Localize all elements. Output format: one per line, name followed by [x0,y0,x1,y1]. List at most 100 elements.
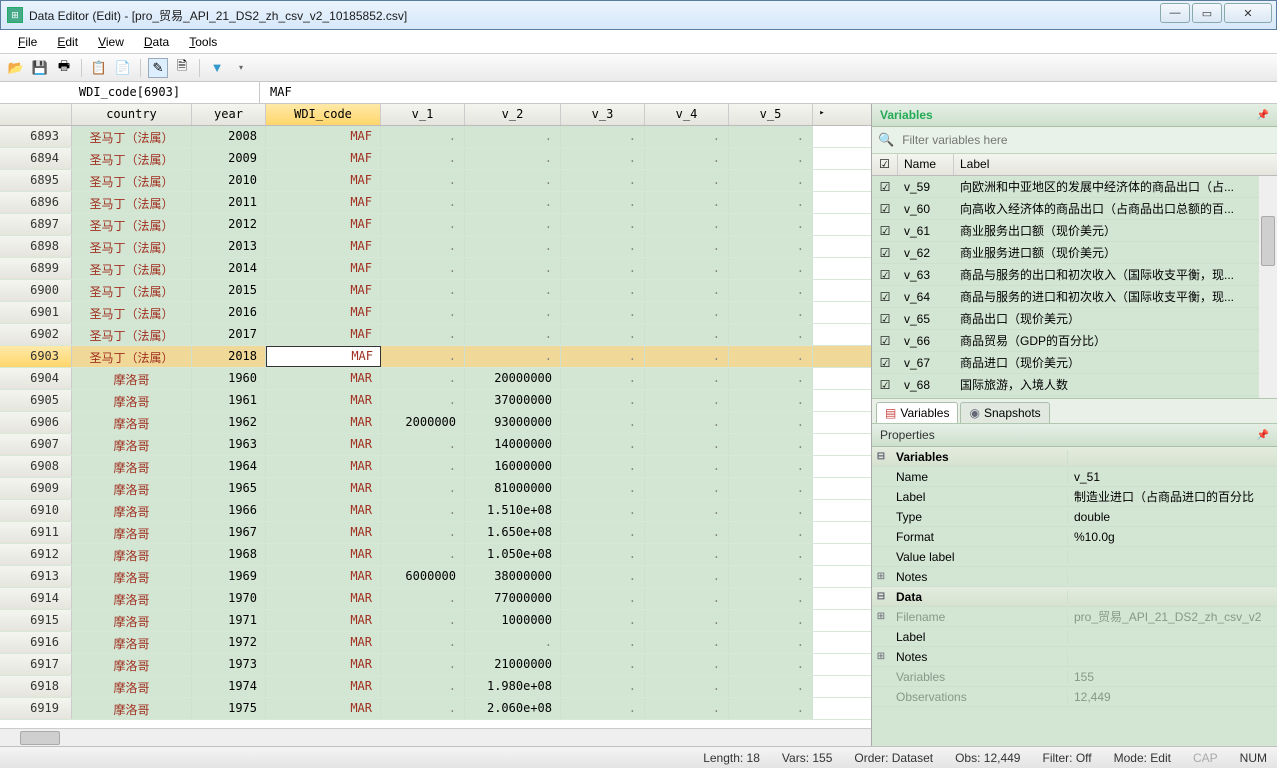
row-number[interactable]: 6914 [0,588,72,609]
variable-checkbox[interactable]: ☑ [872,356,898,370]
cell[interactable]: . [381,456,465,477]
variable-row[interactable]: ☑v_59向欧洲和中亚地区的发展中经济体的商品出口（占... [872,176,1277,198]
menu-tools[interactable]: Tools [181,32,225,52]
cell[interactable]: MAF [266,280,381,301]
cell[interactable]: . [561,456,645,477]
cell[interactable]: MAF [266,302,381,323]
variable-checkbox[interactable]: ☑ [872,334,898,348]
cell[interactable]: MAR [266,434,381,455]
col-v2[interactable]: v_2 [465,104,561,125]
cell[interactable]: . [465,346,561,367]
row-number[interactable]: 6909 [0,478,72,499]
col-v5[interactable]: v_5 [729,104,813,125]
row-number[interactable]: 6917 [0,654,72,675]
cell[interactable]: . [645,258,729,279]
cell[interactable]: . [561,500,645,521]
cell[interactable]: . [561,390,645,411]
expand-icon[interactable]: ⊞ [872,571,890,582]
cell[interactable]: . [561,412,645,433]
cell[interactable]: MAR [266,654,381,675]
cell[interactable]: . [729,148,813,169]
cell[interactable]: 摩洛哥 [72,522,192,543]
cell[interactable]: 2016 [192,302,266,323]
cell[interactable]: . [381,654,465,675]
variable-checkbox[interactable]: ☑ [872,378,898,392]
cell[interactable]: 1965 [192,478,266,499]
prop-type-value[interactable]: double [1068,510,1277,524]
cell[interactable]: . [645,368,729,389]
cell[interactable]: MAR [266,368,381,389]
cell[interactable]: 圣马丁（法属） [72,346,192,367]
prop-notes-key[interactable]: Notes [890,570,1068,584]
table-row[interactable]: 6902圣马丁（法属）2017MAF..... [0,324,871,346]
tab-variables[interactable]: ▤Variables [876,402,958,423]
variable-checkbox[interactable]: ☑ [872,246,898,260]
cell[interactable]: . [645,478,729,499]
cell[interactable]: 1960 [192,368,266,389]
expand-icon[interactable]: ⊞ [872,611,890,622]
pin-icon[interactable]: 📌 [1257,110,1269,121]
variable-checkbox[interactable]: ☑ [872,268,898,282]
cell[interactable]: 摩洛哥 [72,632,192,653]
cell[interactable]: 2010 [192,170,266,191]
cell[interactable]: . [381,214,465,235]
cell[interactable]: 摩洛哥 [72,544,192,565]
table-row[interactable]: 6904摩洛哥1960MAR.20000000... [0,368,871,390]
cell[interactable]: MAR [266,698,381,719]
cell[interactable]: 摩洛哥 [72,390,192,411]
table-row[interactable]: 6918摩洛哥1974MAR.1.980e+08... [0,676,871,698]
cell[interactable]: . [465,236,561,257]
cell[interactable]: . [561,676,645,697]
table-row[interactable]: 6898圣马丁（法属）2013MAF..... [0,236,871,258]
cell[interactable]: . [729,434,813,455]
cell[interactable]: . [561,566,645,587]
cell[interactable]: . [729,258,813,279]
cell[interactable]: . [645,434,729,455]
row-number[interactable]: 6893 [0,126,72,147]
cell[interactable]: . [729,324,813,345]
variable-row[interactable]: ☑v_67商品进口（现价美元） [872,352,1277,374]
cell[interactable]: 1966 [192,500,266,521]
row-number[interactable]: 6902 [0,324,72,345]
cell[interactable]: 6000000 [381,566,465,587]
col-v3[interactable]: v_3 [561,104,645,125]
table-row[interactable]: 6903圣马丁（法属）2018MAF..... [0,346,871,368]
cell[interactable]: MAR [266,566,381,587]
col-v4[interactable]: v_4 [645,104,729,125]
cell[interactable]: . [381,170,465,191]
cell[interactable]: 1972 [192,632,266,653]
cell[interactable]: 1000000 [465,610,561,631]
cell[interactable]: MAF [266,324,381,345]
table-row[interactable]: 6895圣马丁（法属）2010MAF..... [0,170,871,192]
cell[interactable]: 1971 [192,610,266,631]
cell[interactable]: . [561,236,645,257]
cell[interactable]: 2011 [192,192,266,213]
row-number[interactable]: 6915 [0,610,72,631]
dropdown-icon[interactable]: ▾ [231,58,251,78]
cell[interactable]: . [729,236,813,257]
table-row[interactable]: 6909摩洛哥1965MAR.81000000... [0,478,871,500]
cell[interactable]: 圣马丁（法属） [72,324,192,345]
table-row[interactable]: 6901圣马丁（法属）2016MAF..... [0,302,871,324]
cell[interactable]: 圣马丁（法属） [72,148,192,169]
cell[interactable]: . [645,148,729,169]
cell[interactable]: . [729,456,813,477]
cell[interactable]: . [645,610,729,631]
cell[interactable]: . [561,632,645,653]
cell[interactable]: . [465,280,561,301]
cell[interactable]: . [561,258,645,279]
cell[interactable]: MAF [266,126,381,147]
variable-row[interactable]: ☑v_65商品出口（现价美元） [872,308,1277,330]
table-row[interactable]: 6912摩洛哥1968MAR.1.050e+08... [0,544,871,566]
collapse-icon[interactable]: ⊟ [872,451,890,462]
row-number[interactable]: 6904 [0,368,72,389]
cell[interactable]: . [381,500,465,521]
cell[interactable]: 摩洛哥 [72,456,192,477]
cell[interactable]: 1.510e+08 [465,500,561,521]
variable-row[interactable]: ☑v_62商业服务进口额（现价美元） [872,242,1277,264]
cell[interactable]: . [465,632,561,653]
cell[interactable]: . [645,390,729,411]
cell[interactable]: MAF [266,236,381,257]
cell[interactable]: . [381,698,465,719]
row-number[interactable]: 6901 [0,302,72,323]
